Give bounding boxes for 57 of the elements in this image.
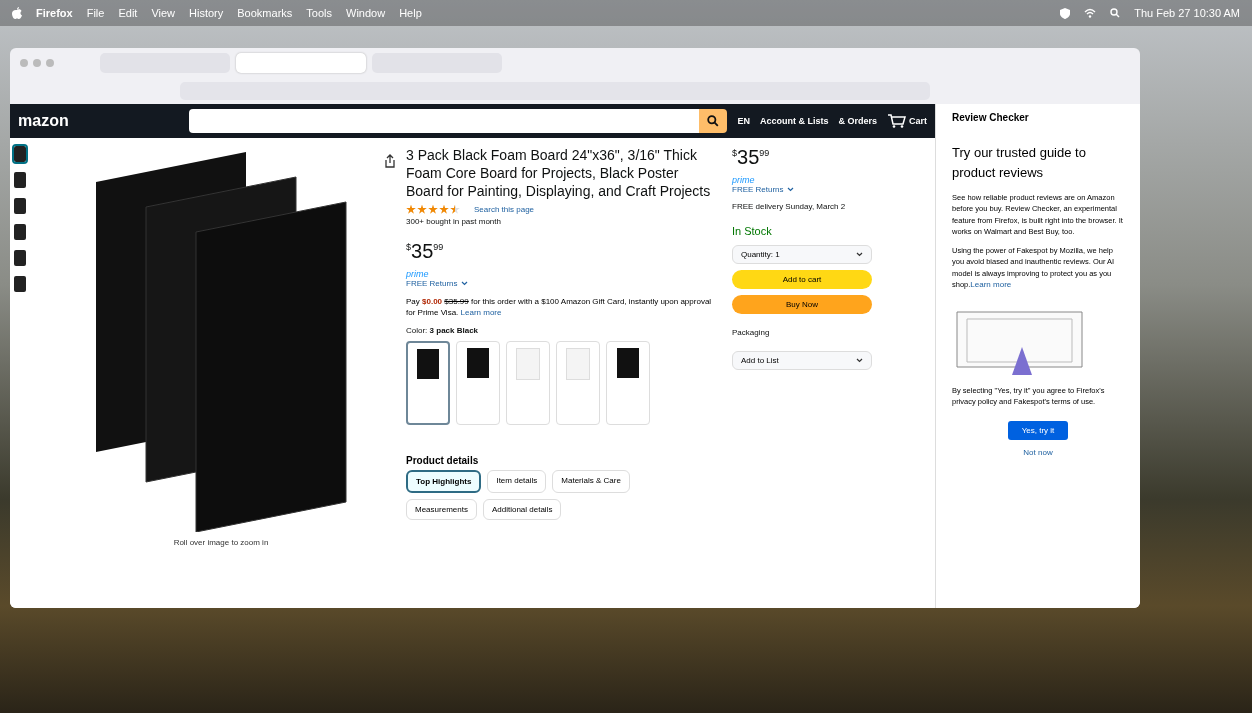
cart-button[interactable]: Add to cart [732,270,872,289]
gift-card-offer: Pay $0.00 $35.99 for this order with a $100 Amazon Gift Card, instantly upon approval for Prime Visa. Learn more [406,295,713,318]
zoom-hint: Roll over image to zoom in [173,538,269,547]
stock-status: In Stock [732,225,773,237]
learn-more-link[interactable]: Learn more [460,307,502,317]
price: $^{$}$35$^{99}$ [406,239,445,263]
buy-button[interactable]: Buy Now [732,295,872,314]
learn-more-link[interactable]: Learn more [970,279,1012,289]
share-icon[interactable] [384,154,396,168]
purchase-count: 300+ bought in past month [406,216,502,226]
chevron-down-icon [856,358,863,363]
search-page-link[interactable]: Search this page [474,205,535,215]
color-value: 3 pack Black [429,325,479,335]
price: $^{$}$35$^{99}$ [732,146,771,169]
section-heading: Product details [406,454,480,466]
wifi-icon[interactable] [1084,8,1097,18]
chevron-down-icon[interactable] [460,280,468,286]
packaging-label: Packaging [732,328,771,337]
language-selector[interactable]: EN [737,116,750,126]
shield-icon[interactable] [1060,7,1071,19]
color-swatch[interactable] [406,340,450,425]
quantity-dropdown[interactable]: Quantity: 1 [732,245,872,264]
thumbnail-image[interactable] [14,198,26,214]
try-it-button[interactable]: Yes, try it [1008,421,1068,441]
search-button[interactable] [699,109,728,133]
details-tab[interactable]: Additional details [482,498,562,520]
product-title: 3 Pack Black Foam Board 24"x36", 3/16" Thick Foam Core Board for Projects, Black Poster Board for Painting, Displaying, and Craft Projects [406,146,712,201]
apple-logo-icon[interactable] [12,7,22,19]
prime-label: prime [406,268,430,279]
window-controls-icon[interactable] [20,59,54,67]
details-tab[interactable]: Item details [487,469,547,493]
thumbnail-image[interactable] [14,224,26,240]
details-tab[interactable]: Top Highlights [406,469,482,493]
search-icon[interactable] [1110,8,1121,18]
thumbnail-image[interactable] [14,250,26,266]
free-returns-link[interactable]: FREE Returns [406,278,458,288]
orders-link[interactable]: & Orders [838,116,877,126]
search-field[interactable] [188,109,700,133]
chevron-down-icon[interactable] [786,187,794,192]
free-returns-link[interactable]: FREE Returns [732,185,784,194]
thumbnail-image[interactable] [14,276,26,292]
thumbnail-image[interactable] [14,172,26,188]
delivery-info: FREE delivery Sunday, March 2 [732,202,847,211]
details-tab[interactable]: Materials & Care [552,469,630,493]
account-menu[interactable]: Account & Lists [759,116,829,126]
amazon-logo[interactable]: mazon [18,112,69,130]
cart-link[interactable]: Cart [887,114,927,128]
add-to-list-dropdown[interactable]: Add to List [732,351,872,370]
sidebar-title: Review Checker [952,112,1030,123]
color-label: Color: [406,325,428,335]
chevron-down-icon [856,252,863,257]
details-tab[interactable]: Measurements [406,498,477,520]
not-now-link[interactable]: Not now [1023,448,1053,458]
sidebar-heading: Try our trusted guide to product reviews [952,144,1087,182]
thumbnail-image[interactable] [14,146,26,162]
search-icon [707,115,720,127]
prime-label: prime [732,175,756,185]
